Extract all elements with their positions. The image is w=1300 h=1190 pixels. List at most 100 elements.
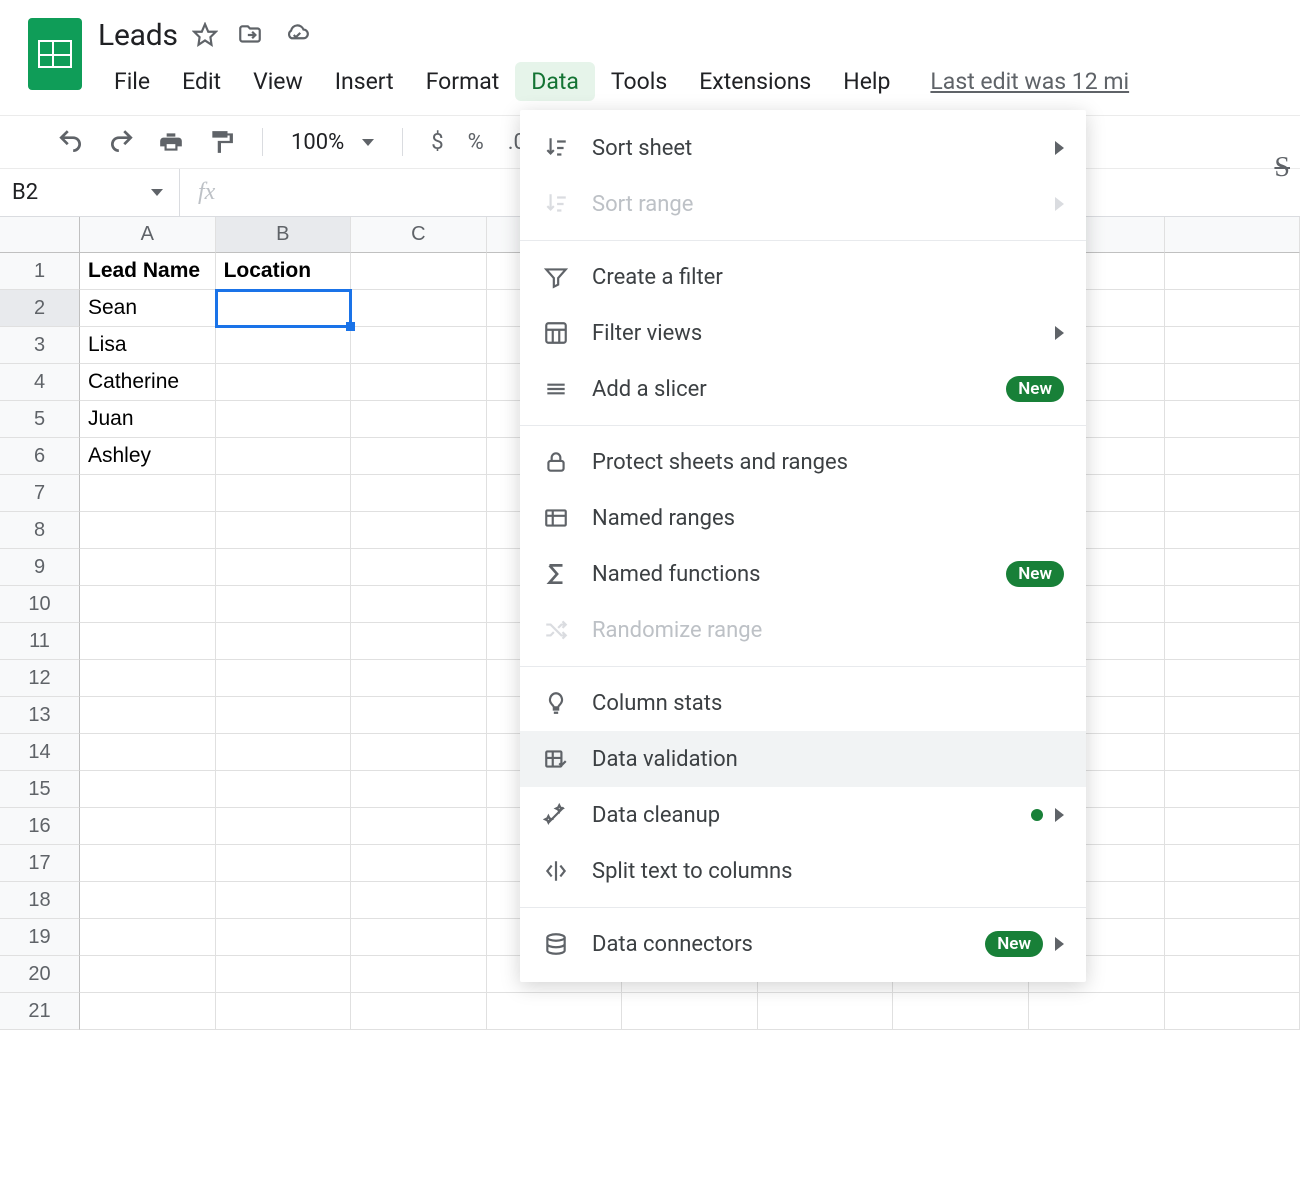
cell[interactable]	[1165, 697, 1300, 734]
cell[interactable]	[351, 623, 487, 660]
cell[interactable]	[80, 660, 216, 697]
row-header[interactable]: 12	[0, 660, 80, 697]
cell[interactable]	[80, 623, 216, 660]
col-header-C[interactable]: C	[351, 217, 487, 253]
cell[interactable]	[1165, 586, 1300, 623]
menu-item-data-connectors[interactable]: Data connectorsNew	[520, 916, 1086, 972]
menu-item-split-text[interactable]: Split text to columns	[520, 843, 1086, 899]
row-header[interactable]: 3	[0, 327, 80, 364]
cell[interactable]	[351, 327, 487, 364]
row-header[interactable]: 15	[0, 771, 80, 808]
menu-item-filter-views[interactable]: Filter views	[520, 305, 1086, 361]
cell[interactable]	[1165, 845, 1300, 882]
cell[interactable]	[351, 993, 487, 1030]
redo-icon[interactable]	[108, 129, 134, 155]
cell[interactable]	[216, 475, 352, 512]
cell[interactable]	[622, 993, 758, 1030]
cell[interactable]	[1165, 734, 1300, 771]
menu-extensions[interactable]: Extensions	[683, 62, 827, 101]
row-header[interactable]: 1	[0, 253, 80, 290]
row-header[interactable]: 8	[0, 512, 80, 549]
paint-format-icon[interactable]	[208, 129, 234, 155]
cell[interactable]	[1165, 549, 1300, 586]
cell[interactable]	[758, 993, 894, 1030]
last-edit-link[interactable]: Last edit was 12 mi	[930, 68, 1129, 95]
select-all-corner[interactable]	[0, 217, 80, 253]
cell[interactable]: Juan	[80, 401, 216, 438]
undo-icon[interactable]	[58, 129, 84, 155]
cell[interactable]	[216, 734, 352, 771]
zoom-selector[interactable]: 100%	[291, 130, 374, 155]
col-header-B[interactable]: B	[216, 217, 352, 253]
cell[interactable]	[80, 586, 216, 623]
format-as-percent[interactable]: %	[468, 130, 484, 155]
name-box[interactable]: B2	[0, 169, 180, 216]
menu-item-data-validation[interactable]: Data validation	[520, 731, 1086, 787]
cell[interactable]	[1165, 993, 1300, 1030]
cell[interactable]	[1165, 956, 1300, 993]
cell[interactable]	[351, 586, 487, 623]
cell[interactable]	[351, 697, 487, 734]
col-header[interactable]	[1165, 217, 1300, 253]
cell[interactable]	[351, 734, 487, 771]
row-header[interactable]: 6	[0, 438, 80, 475]
cell[interactable]	[1165, 364, 1300, 401]
row-header[interactable]: 11	[0, 623, 80, 660]
cell[interactable]	[1165, 771, 1300, 808]
cell[interactable]	[1165, 401, 1300, 438]
cell[interactable]: Ashley	[80, 438, 216, 475]
menu-data[interactable]: Data	[515, 62, 595, 101]
cell[interactable]	[80, 919, 216, 956]
doc-title[interactable]: Leads	[98, 18, 178, 53]
row-header[interactable]: 4	[0, 364, 80, 401]
cell[interactable]	[1165, 919, 1300, 956]
cell[interactable]	[216, 882, 352, 919]
cloud-status-icon[interactable]	[282, 22, 312, 48]
cell[interactable]	[351, 882, 487, 919]
cell[interactable]	[351, 253, 487, 290]
menu-item-create-filter[interactable]: Create a filter	[520, 249, 1086, 305]
menu-item-column-stats[interactable]: Column stats	[520, 675, 1086, 731]
cell[interactable]	[351, 475, 487, 512]
cell[interactable]	[487, 993, 623, 1030]
cell[interactable]	[351, 290, 487, 327]
strikethrough-button[interactable]: S	[1274, 152, 1290, 184]
row-header[interactable]: 13	[0, 697, 80, 734]
star-icon[interactable]	[192, 22, 218, 48]
cell[interactable]	[80, 771, 216, 808]
cell[interactable]	[1165, 438, 1300, 475]
cell[interactable]	[1165, 327, 1300, 364]
menu-format[interactable]: Format	[410, 62, 516, 101]
cell[interactable]	[351, 771, 487, 808]
cell[interactable]	[80, 549, 216, 586]
cell[interactable]	[216, 623, 352, 660]
cell[interactable]	[80, 808, 216, 845]
sheets-logo[interactable]	[28, 18, 82, 90]
cell[interactable]	[216, 845, 352, 882]
row-header[interactable]: 17	[0, 845, 80, 882]
cell[interactable]	[1165, 290, 1300, 327]
cell[interactable]	[80, 956, 216, 993]
menu-edit[interactable]: Edit	[166, 62, 237, 101]
row-header[interactable]: 18	[0, 882, 80, 919]
cell[interactable]	[351, 438, 487, 475]
cell[interactable]	[1165, 660, 1300, 697]
row-header[interactable]: 2	[0, 290, 80, 327]
cell[interactable]	[216, 697, 352, 734]
cell[interactable]	[351, 956, 487, 993]
cell[interactable]	[80, 993, 216, 1030]
row-header[interactable]: 21	[0, 993, 80, 1030]
cell[interactable]	[216, 771, 352, 808]
cell[interactable]	[351, 808, 487, 845]
cell[interactable]	[351, 364, 487, 401]
cell[interactable]	[1165, 882, 1300, 919]
menu-item-protect[interactable]: Protect sheets and ranges	[520, 434, 1086, 490]
menu-view[interactable]: View	[237, 62, 319, 101]
cell[interactable]	[216, 401, 352, 438]
menu-item-add-slicer[interactable]: Add a slicerNew	[520, 361, 1086, 417]
cell[interactable]	[1165, 253, 1300, 290]
cell[interactable]	[216, 586, 352, 623]
cell[interactable]	[216, 364, 352, 401]
cell[interactable]	[351, 845, 487, 882]
row-header[interactable]: 5	[0, 401, 80, 438]
